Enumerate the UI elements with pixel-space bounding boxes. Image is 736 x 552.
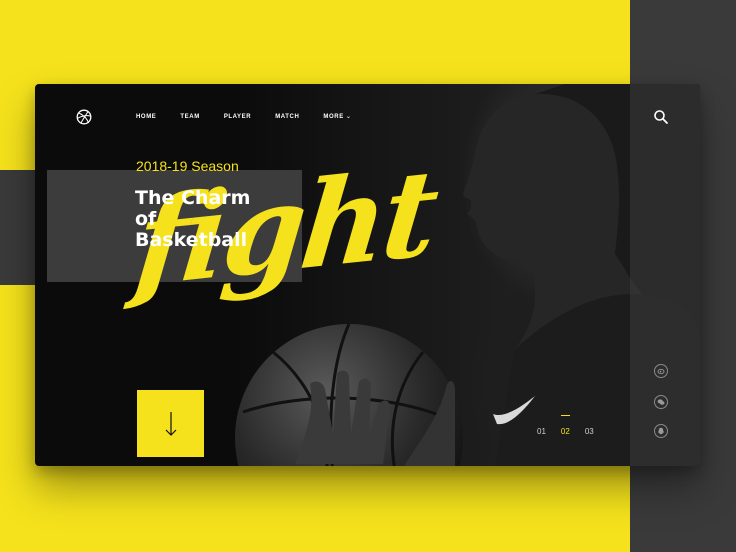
main-nav: HOME TEAM PLAYER MATCH MORE ⌄ — [136, 113, 375, 121]
side-panel — [630, 84, 700, 466]
dribbble-ball-icon[interactable] — [76, 109, 92, 125]
nav-player[interactable]: PLAYER — [224, 113, 251, 120]
pager-item-02[interactable]: 02 — [560, 415, 570, 436]
scroll-down-button[interactable] — [137, 390, 204, 457]
nav-team[interactable]: TEAM — [180, 113, 199, 120]
slide-pager: 01 02 03 — [537, 415, 594, 436]
nav-player-label: PLAYER — [223, 113, 252, 120]
pager-item-01[interactable]: 01 — [537, 427, 546, 436]
hero-title-line-1: The Charm — [135, 187, 251, 209]
nav-match-label: MATCH — [275, 113, 300, 120]
nav-more[interactable]: MORE ⌄ — [323, 113, 352, 121]
search-icon[interactable] — [653, 109, 669, 125]
landing-window: fight HOME TEAM PLAYER MATCH MORE ⌄ 2018-… — [35, 84, 700, 466]
nav-home[interactable]: HOME — [136, 113, 156, 120]
nav-team-label: TEAM — [180, 113, 200, 120]
season-label: 2018-19 Season — [136, 158, 239, 174]
backdrop-dark-stripe — [0, 170, 40, 285]
pager-item-03[interactable]: 03 — [585, 427, 594, 436]
hand-graphic — [295, 370, 455, 466]
wechat-icon[interactable] — [654, 395, 668, 409]
weibo-icon[interactable] — [654, 364, 668, 378]
hero-title: The Charm of Basketball — [135, 188, 305, 251]
qq-icon[interactable] — [654, 424, 668, 438]
hero-title-line-2: of — [135, 208, 157, 230]
nav-home-label: HOME — [136, 113, 157, 120]
arrow-down-icon — [165, 411, 176, 436]
chevron-down-icon: ⌄ — [345, 114, 352, 120]
nav-match[interactable]: MATCH — [275, 113, 299, 120]
nav-more-label: MORE — [323, 113, 344, 120]
hero-title-line-3: Basketball — [135, 229, 248, 251]
